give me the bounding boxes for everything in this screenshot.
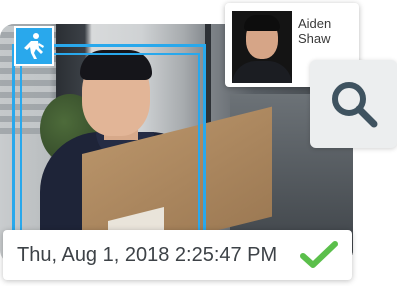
profile-photo xyxy=(232,11,292,83)
person-detection-box-inner xyxy=(20,53,200,240)
detection-timestamp-bar: Thu, Aug 1, 2018 2:25:47 PM xyxy=(3,230,352,280)
checkmark-icon xyxy=(300,241,338,268)
detection-timestamp: Thu, Aug 1, 2018 2:25:47 PM xyxy=(17,244,278,266)
photo-shirt xyxy=(232,61,292,83)
profile-name: Aiden Shaw xyxy=(298,16,332,46)
search-icon xyxy=(332,82,378,128)
photo-hair xyxy=(244,15,280,31)
search-button[interactable] xyxy=(310,60,397,148)
person-walking-icon xyxy=(14,26,54,66)
